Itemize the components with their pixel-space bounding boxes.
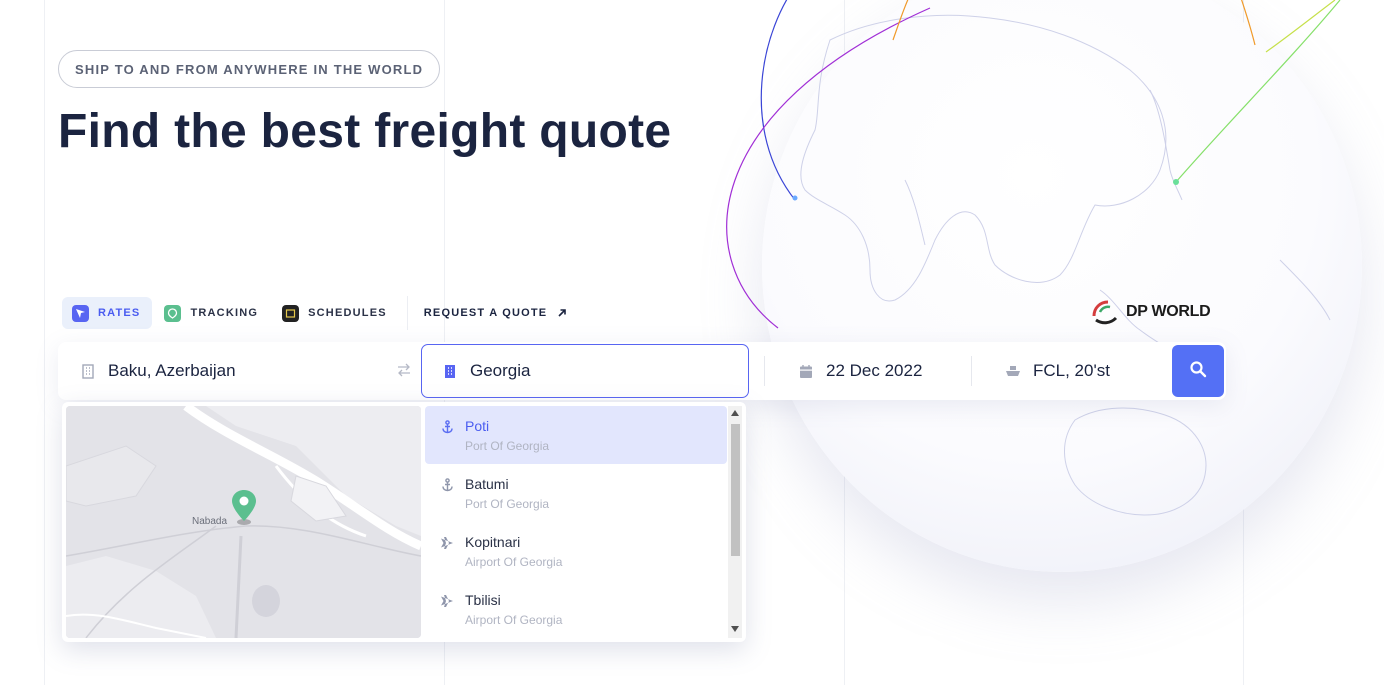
suggestion-list: Poti Port Of Georgia Batumi Port Of Geor… — [425, 406, 727, 638]
cargo-value: FCL, 20'st — [1033, 361, 1110, 380]
tagline-pill: SHIP TO AND FROM ANYWHERE IN THE WORLD — [58, 50, 441, 88]
scroll-down-icon[interactable] — [731, 626, 739, 634]
suggestion-item[interactable]: Kopitnari Airport Of Georgia — [425, 522, 727, 580]
suggestion-name: Batumi — [465, 476, 509, 492]
anchor-icon — [439, 419, 455, 435]
suggestion-item[interactable]: Poti Port Of Georgia — [425, 406, 727, 464]
tab-label: RATES — [98, 307, 141, 319]
scrollbar-thumb[interactable] — [731, 424, 740, 556]
ship-icon — [1005, 363, 1021, 379]
quote-search-bar: Baku, Azerbaijan Georgia 22 Dec 2022 FCL… — [58, 342, 1226, 400]
page: SHIP TO AND FROM ANYWHERE IN THE WORLD F… — [0, 0, 1384, 685]
building-icon — [442, 363, 458, 379]
request-quote-link[interactable]: REQUEST A QUOTE — [418, 306, 574, 321]
request-quote-label: REQUEST A QUOTE — [423, 307, 548, 319]
tagline-text: SHIP TO AND FROM ANYWHERE IN THE WORLD — [75, 61, 424, 77]
destination-field[interactable]: Georgia — [421, 344, 749, 398]
destination-suggestions-dropdown: Nabada Poti Port Of Georgia Batumi Port … — [62, 402, 746, 642]
suggestion-item[interactable]: Tbilisi Airport Of Georgia — [425, 580, 727, 638]
suggestion-type: Port Of Georgia — [465, 497, 550, 511]
location-map[interactable]: Nabada — [66, 406, 421, 638]
suggestion-type: Port Of Georgia — [465, 439, 550, 453]
tab-rates[interactable]: RATES — [62, 297, 153, 329]
suggestion-scrollbar[interactable] — [728, 406, 742, 638]
logo-text: DP WORLD — [1126, 303, 1211, 320]
suggestion-item[interactable]: Batumi Port Of Georgia — [425, 464, 727, 522]
anchor-icon — [439, 477, 455, 493]
suggestion-name: Tbilisi — [465, 592, 501, 608]
schedules-icon — [282, 304, 300, 322]
swap-icon[interactable] — [396, 362, 414, 380]
calendar-icon — [798, 363, 814, 379]
date-value: 22 Dec 2022 — [826, 361, 923, 380]
dp-world-mark-icon — [1088, 298, 1122, 326]
origin-value: Baku, Azerbaijan — [108, 361, 236, 380]
dp-world-logo: DP WORLD — [1088, 298, 1211, 326]
tracking-icon — [164, 304, 182, 322]
suggestion-type: Airport Of Georgia — [465, 613, 563, 627]
tabs-divider — [406, 296, 408, 330]
field-divider — [764, 356, 765, 386]
destination-value: Georgia — [470, 361, 531, 380]
origin-field[interactable]: Baku, Azerbaijan — [80, 342, 380, 400]
page-title: Find the best freight quote — [58, 105, 672, 158]
arrow-up-right-icon — [557, 306, 567, 321]
scroll-up-icon[interactable] — [731, 410, 739, 418]
mode-tabs: RATES TRACKING SCHEDULES REQUEST A QUOTE — [62, 296, 573, 330]
rates-icon — [72, 304, 89, 322]
map-place-label: Nabada — [192, 516, 228, 527]
map-pin-icon[interactable] — [230, 488, 258, 531]
cargo-field[interactable]: FCL, 20'st — [1005, 342, 1110, 400]
field-divider — [971, 356, 972, 386]
tab-schedules[interactable]: SCHEDULES — [272, 297, 399, 329]
suggestion-name: Kopitnari — [465, 534, 521, 550]
search-button[interactable] — [1172, 345, 1224, 397]
suggestion-name: Poti — [465, 418, 490, 434]
date-field[interactable]: 22 Dec 2022 — [798, 342, 922, 400]
tab-label: TRACKING — [190, 307, 259, 319]
building-icon — [80, 363, 96, 379]
search-icon — [1189, 360, 1207, 383]
plane-icon — [439, 593, 455, 609]
tab-label: SCHEDULES — [308, 307, 387, 319]
plane-icon — [439, 535, 455, 551]
suggestion-type: Airport Of Georgia — [465, 555, 563, 569]
tab-tracking[interactable]: TRACKING — [154, 297, 270, 329]
